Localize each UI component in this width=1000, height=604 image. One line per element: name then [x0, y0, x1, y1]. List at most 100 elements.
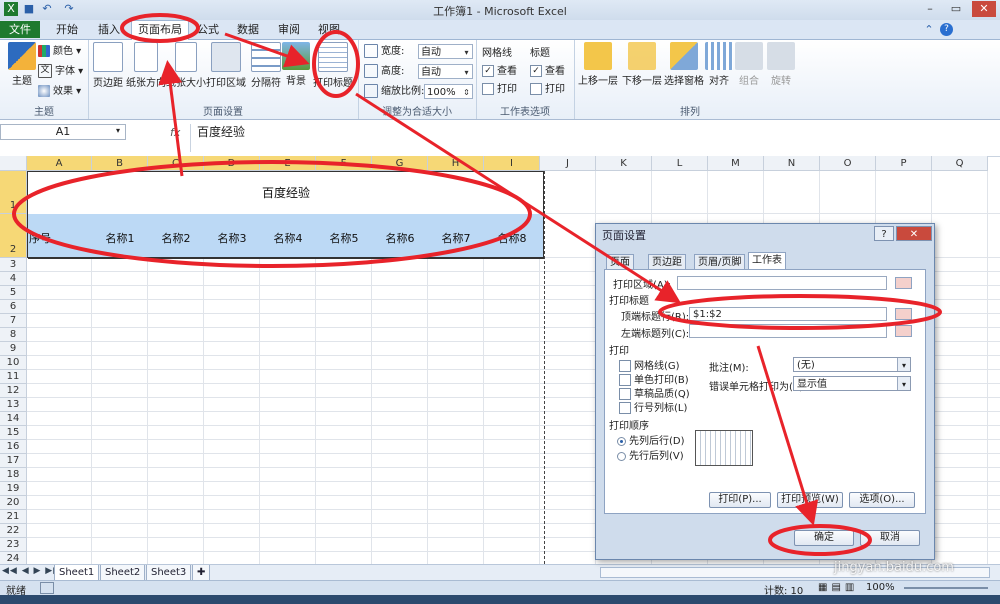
dialog-ok-button[interactable]: 确定: [794, 530, 854, 546]
column-header-d[interactable]: D: [204, 156, 260, 171]
row-header-10[interactable]: 10: [0, 356, 27, 370]
orientation-button[interactable]: 纸张方向: [126, 42, 166, 89]
dialog-tab-page[interactable]: 页面: [606, 254, 634, 270]
draft-checkbox[interactable]: 草稿品质(Q): [619, 385, 690, 400]
insert-sheet-icon[interactable]: ✚: [192, 565, 211, 581]
column-header-j[interactable]: J: [540, 156, 596, 171]
dialog-tab-margins[interactable]: 页边距: [648, 254, 686, 270]
row-header-12[interactable]: 12: [0, 384, 27, 398]
row-header-23[interactable]: 23: [0, 538, 27, 552]
margins-button[interactable]: 页边距: [88, 42, 128, 89]
column-header-a[interactable]: A: [27, 156, 92, 171]
row-header-17[interactable]: 17: [0, 454, 27, 468]
column-header-f[interactable]: F: [316, 156, 372, 171]
gridlines-checkbox[interactable]: 网格线(G): [619, 357, 680, 372]
column-header-g[interactable]: G: [372, 156, 428, 171]
column-header-l[interactable]: L: [652, 156, 708, 171]
macro-record-icon[interactable]: [40, 582, 54, 594]
column-header-m[interactable]: M: [708, 156, 764, 171]
group-button[interactable]: 组合: [734, 42, 764, 87]
dialog-cancel-button[interactable]: 取消: [860, 530, 920, 546]
tab-review[interactable]: 审阅: [271, 21, 307, 38]
print-area-button[interactable]: 打印区域: [206, 42, 246, 89]
help-icon[interactable]: ?: [940, 23, 953, 36]
row-header-6[interactable]: 6: [0, 300, 27, 314]
column-header-h[interactable]: H: [428, 156, 484, 171]
effects-button[interactable]: 效果 ▾: [38, 84, 81, 100]
row-header-18[interactable]: 18: [0, 468, 27, 482]
row-header-20[interactable]: 20: [0, 496, 27, 510]
dialog-preview-button[interactable]: 打印预览(W): [777, 492, 843, 508]
themes-button[interactable]: 主题: [2, 42, 42, 87]
column-header-p[interactable]: P: [876, 156, 932, 171]
send-backward-button[interactable]: 下移一层: [620, 42, 664, 87]
comments-select[interactable]: (无) ▾: [793, 357, 911, 372]
scale-input[interactable]: 100% ⇕: [424, 84, 473, 99]
left-cols-range-icon[interactable]: [895, 325, 912, 337]
top-rows-range-icon[interactable]: [895, 308, 912, 320]
top-rows-input[interactable]: $1:$2: [689, 307, 887, 321]
left-cols-input[interactable]: [689, 324, 887, 338]
row-header-19[interactable]: 19: [0, 482, 27, 496]
selection-pane-button[interactable]: 选择窗格: [662, 42, 706, 87]
over-then-down-radio[interactable]: 先行后列(V): [617, 447, 684, 462]
row-header-11[interactable]: 11: [0, 370, 27, 384]
tab-page-layout[interactable]: 页面布局: [131, 20, 189, 40]
zoom-slider[interactable]: [904, 587, 988, 589]
colors-button[interactable]: 颜色 ▾: [38, 44, 81, 60]
dialog-options-button[interactable]: 选项(O)...: [849, 492, 915, 508]
name-box[interactable]: A1: [0, 124, 126, 140]
align-button[interactable]: 对齐: [704, 42, 734, 87]
row-header-24[interactable]: 24: [0, 552, 27, 564]
dialog-help-button[interactable]: ?: [874, 226, 894, 241]
row-header-21[interactable]: 21: [0, 510, 27, 524]
print-area-range-icon[interactable]: [895, 277, 912, 289]
headings-view-checkbox[interactable]: ✓ 查看: [530, 64, 565, 80]
errors-select[interactable]: 显示值 ▾: [793, 376, 911, 391]
headings-print-checkbox[interactable]: 打印: [530, 82, 565, 98]
dialog-print-button[interactable]: 打印(P)...: [709, 492, 771, 508]
print-area-input[interactable]: [677, 276, 887, 290]
tab-view[interactable]: 视图: [311, 21, 347, 38]
rotate-button[interactable]: 旋转: [766, 42, 796, 87]
row-header-5[interactable]: 5: [0, 286, 27, 300]
row-header-9[interactable]: 9: [0, 342, 27, 356]
row-header-1[interactable]: 1: [0, 171, 27, 214]
gridlines-print-checkbox[interactable]: 打印: [482, 82, 517, 98]
tab-insert[interactable]: 插入: [90, 21, 128, 38]
column-header-q[interactable]: Q: [932, 156, 988, 171]
tab-formulas[interactable]: 公式: [190, 21, 226, 38]
row-header-3[interactable]: 3: [0, 258, 27, 272]
size-button[interactable]: 纸张大小: [166, 42, 206, 89]
view-buttons[interactable]: ▦▤▥: [818, 582, 858, 593]
row-header-2[interactable]: 2: [0, 214, 27, 258]
print-titles-button[interactable]: 打印标题: [313, 42, 353, 89]
close-button[interactable]: ✕: [972, 1, 996, 17]
sheet-tab-3[interactable]: Sheet3: [146, 565, 192, 581]
zoom-level[interactable]: 100%: [866, 582, 895, 593]
sheet-nav-arrows[interactable]: ◀◀ ◀ ▶ ▶▶: [2, 566, 61, 576]
column-header-o[interactable]: O: [820, 156, 876, 171]
minimize-button[interactable]: –: [918, 1, 942, 17]
background-button[interactable]: 背景: [276, 42, 316, 87]
row-col-headers-checkbox[interactable]: 行号列标(L): [619, 399, 687, 414]
sheet-tab-1[interactable]: Sheet1: [54, 565, 100, 581]
row-header-7[interactable]: 7: [0, 314, 27, 328]
formula-input[interactable]: 百度经验: [190, 124, 997, 152]
row-header-13[interactable]: 13: [0, 398, 27, 412]
column-header-c[interactable]: C: [148, 156, 204, 171]
select-all-corner[interactable]: [0, 156, 27, 171]
restore-button[interactable]: ▭: [944, 1, 968, 17]
tab-data[interactable]: 数据: [230, 21, 266, 38]
dialog-tab-header-footer[interactable]: 页眉/页脚: [694, 254, 746, 270]
dialog-tab-sheet[interactable]: 工作表: [748, 252, 786, 270]
height-select[interactable]: 自动 ▾: [418, 64, 473, 79]
column-header-b[interactable]: B: [92, 156, 148, 171]
gridlines-view-checkbox[interactable]: ✓ 查看: [482, 64, 517, 80]
name-box-dropdown-icon[interactable]: ▾: [116, 126, 120, 135]
row-header-8[interactable]: 8: [0, 328, 27, 342]
column-header-k[interactable]: K: [596, 156, 652, 171]
tab-home[interactable]: 开始: [48, 21, 86, 38]
fonts-button[interactable]: 文字体 ▾: [38, 64, 83, 80]
mono-checkbox[interactable]: 单色打印(B): [619, 371, 689, 386]
